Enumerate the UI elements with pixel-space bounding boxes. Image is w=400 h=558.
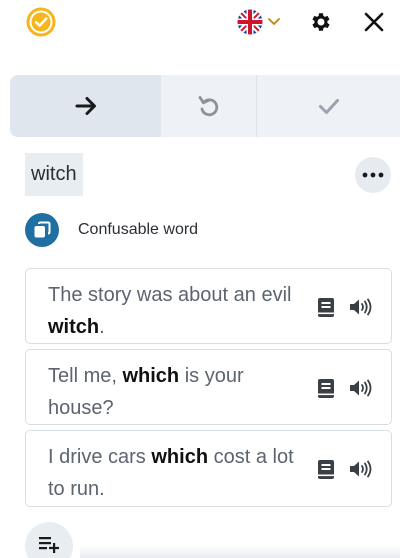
bottom-fade: [80, 545, 400, 558]
arrow-right-icon: [75, 97, 96, 115]
speaker-icon[interactable]: [349, 460, 373, 478]
more-options-button[interactable]: [355, 157, 391, 193]
uk-flag-icon: [237, 9, 263, 35]
example-sentence: I drive cars which cost a lot to run.: [48, 446, 294, 500]
undo-icon: [198, 96, 218, 117]
copy-icon: [34, 221, 51, 238]
more-horizontal-icon: [362, 172, 384, 178]
language-selector[interactable]: [237, 9, 281, 35]
close-icon[interactable]: [362, 10, 386, 34]
word-tag: Confusable word: [25, 213, 198, 247]
chevron-down-icon: [268, 18, 280, 25]
mark-known-button[interactable]: [257, 75, 400, 137]
undo-button[interactable]: [161, 75, 257, 137]
example-sentence-card: The story was about an evil witch.: [25, 268, 392, 344]
top-bar: [0, 0, 400, 46]
word-chip: witch: [25, 153, 83, 196]
example-sentence-card: Tell me, which is your house?: [25, 349, 392, 425]
speaker-icon[interactable]: [349, 298, 373, 316]
check-icon: [318, 99, 339, 114]
example-sentence: Tell me, which is your house?: [48, 365, 244, 419]
gear-icon[interactable]: [309, 10, 333, 34]
tag-icon-badge: [25, 213, 59, 247]
action-toolbar: [10, 75, 400, 137]
add-list-icon: [39, 537, 59, 553]
add-to-list-button[interactable]: [25, 522, 73, 558]
check-circle-logo-icon: [26, 7, 56, 37]
book-icon[interactable]: [317, 378, 335, 399]
example-sentence: The story was about an evil witch.: [48, 284, 292, 338]
speaker-icon[interactable]: [349, 379, 373, 397]
book-icon[interactable]: [317, 297, 335, 318]
example-sentence-card: I drive cars which cost a lot to run.: [25, 430, 392, 507]
tag-label: Confusable word: [78, 221, 199, 238]
book-icon[interactable]: [317, 459, 335, 480]
next-button[interactable]: [10, 75, 161, 137]
